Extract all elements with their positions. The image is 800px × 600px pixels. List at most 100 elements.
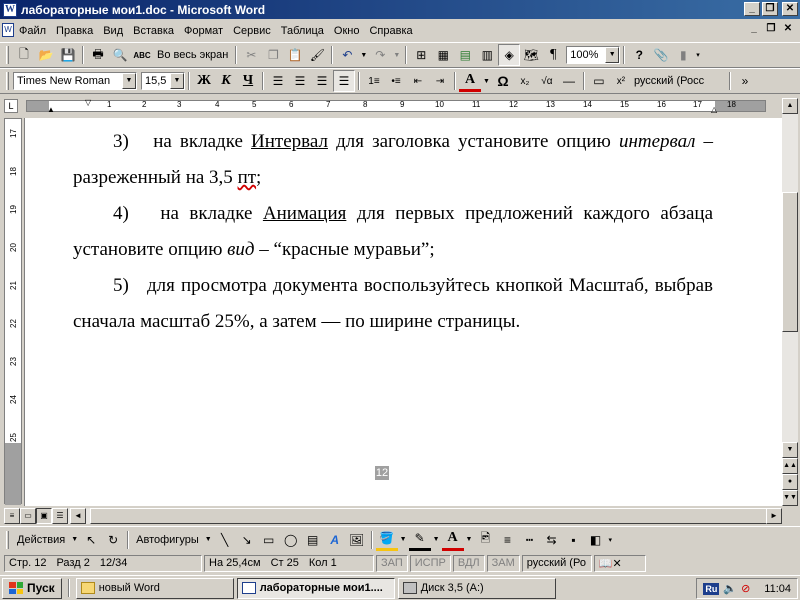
select-browse-object-icon[interactable]: ● [782, 474, 798, 490]
start-button[interactable]: Пуск [2, 577, 62, 599]
more-drawing-buttons-icon[interactable]: ▾ [608, 536, 612, 544]
next-page-icon[interactable]: ▼▼ [782, 490, 798, 506]
decrease-indent-icon[interactable]: ⇤ [407, 70, 429, 92]
page-view-icon[interactable]: ▣ [36, 508, 52, 524]
more-buttons-icon[interactable]: ▾ [696, 51, 700, 59]
paste-icon[interactable]: 📋 [284, 44, 306, 66]
dash-style-icon[interactable]: ┅ [518, 529, 540, 551]
save-icon[interactable]: 💾 [57, 44, 79, 66]
fill-color-icon[interactable]: 🪣 [375, 529, 398, 551]
normal-view-icon[interactable]: ≡ [4, 508, 20, 524]
menu-tools[interactable]: Сервис [228, 25, 276, 37]
subscript-icon[interactable]: x₂ [514, 70, 536, 92]
align-center-icon[interactable]: ☰ [289, 70, 311, 92]
font-color-dropdown-icon[interactable]: ▼ [483, 78, 490, 85]
symbol-omega-button[interactable]: Ω [492, 70, 514, 92]
drawing-icon[interactable]: ◈ [498, 44, 521, 66]
line-color-icon[interactable]: ✎ [408, 529, 431, 551]
status-rec[interactable]: ЗАП [376, 554, 408, 572]
more-format-buttons-icon[interactable]: » [734, 70, 756, 92]
horizontal-ruler[interactable]: L 1 2 3 4 5 6 7 8 9 10 11 12 13 14 15 16… [0, 96, 800, 116]
increase-indent-icon[interactable]: ⇥ [429, 70, 451, 92]
clock[interactable]: 11:04 [764, 583, 791, 595]
insert-table-icon[interactable]: ▦ [432, 44, 454, 66]
columns-icon[interactable]: ▥ [476, 44, 498, 66]
arrow-style-icon[interactable]: ⇆ [540, 529, 562, 551]
office-assistant-icon[interactable]: 📎 [650, 44, 672, 66]
format-painter-icon[interactable]: 🖌 [306, 44, 328, 66]
bullets-icon[interactable]: •≡ [385, 70, 407, 92]
scroll-down-icon[interactable]: ▼ [782, 442, 798, 458]
line-style-icon[interactable]: ≡ [496, 529, 518, 551]
language-indicator[interactable]: Ru [703, 582, 720, 595]
arrow-icon[interactable]: ↘ [236, 529, 258, 551]
horizontal-scrollbar[interactable]: ≡ ▭ ▣ ☰ ◄ ► [4, 508, 782, 524]
maximize-button[interactable]: ❐ [762, 2, 778, 16]
vertical-ruler[interactable]: 17 18 19 20 21 22 23 24 25 26 [4, 118, 22, 505]
menu-table[interactable]: Таблица [276, 25, 329, 37]
spelling-status-icon[interactable]: 📖✕ [593, 554, 646, 572]
free-rotate-icon[interactable]: ↻ [102, 529, 124, 551]
drawing-font-color-dropdown-icon[interactable]: ▼ [466, 536, 473, 543]
status-ext[interactable]: ВДЛ [452, 554, 485, 572]
scroll-up-icon[interactable]: ▲ [782, 98, 798, 114]
print-icon[interactable]: 🖶 [87, 44, 109, 66]
horizontal-line-icon[interactable]: — [558, 70, 580, 92]
menu-help[interactable]: Справка [364, 25, 417, 37]
scroll-right-icon[interactable]: ► [766, 508, 782, 524]
left-indent-marker-icon[interactable]: ▲ [47, 105, 55, 114]
font-size-combo[interactable]: 15,5 ▼ [141, 72, 185, 90]
horizontal-scroll-thumb[interactable] [90, 508, 768, 524]
task-new-word[interactable]: новый Word [75, 577, 234, 599]
doc-minimize-button[interactable]: _ [746, 23, 762, 37]
right-indent-marker-icon[interactable]: △ [711, 105, 717, 114]
document-icon[interactable]: W [2, 23, 14, 37]
picture-icon[interactable]: 🖻 [474, 529, 496, 551]
help-icon[interactable]: ? [628, 44, 650, 66]
close-button[interactable]: ✕ [782, 2, 798, 16]
document-map-icon[interactable]: 🗺 [520, 44, 542, 66]
minimize-button[interactable]: _ [744, 2, 760, 16]
clip-art-icon[interactable]: 🖼 [346, 529, 368, 551]
spelling-icon[interactable]: ABC [131, 44, 153, 66]
title-bar[interactable]: W лабораторные мои1.doc - Microsoft Word… [0, 0, 800, 19]
fill-color-dropdown-icon[interactable]: ▼ [400, 536, 407, 543]
line-color-dropdown-icon[interactable]: ▼ [433, 536, 440, 543]
status-language[interactable]: русский (Ро [521, 554, 592, 572]
superscript-icon[interactable]: x² [610, 70, 632, 92]
actions-menu[interactable]: Действия [13, 534, 69, 546]
menu-view[interactable]: Вид [98, 25, 128, 37]
first-line-indent-marker-icon[interactable]: ▽ [85, 98, 91, 107]
task-floppy-drive[interactable]: Диск 3,5 (A:) [397, 577, 556, 599]
doc-restore-button[interactable]: ❐ [763, 23, 779, 37]
chevron-down-icon[interactable]: ▼ [122, 73, 136, 89]
align-left-icon[interactable]: ☰ [267, 70, 289, 92]
previous-page-icon[interactable]: ▲▲ [782, 458, 798, 474]
wordart-icon[interactable]: A [324, 529, 346, 551]
doc-close-button[interactable]: ✕ [780, 23, 796, 37]
redo-icon[interactable]: ↷ [369, 44, 391, 66]
menu-insert[interactable]: Вставка [128, 25, 179, 37]
open-folder-icon[interactable]: 📂 [35, 44, 57, 66]
language-field[interactable]: русский (Росс [633, 72, 726, 90]
align-right-icon[interactable]: ☰ [311, 70, 333, 92]
vertical-scrollbar[interactable]: ▲ ▼ ▲▲ ● ▼▼ [782, 98, 798, 506]
antivirus-icon[interactable]: ⊘ [741, 582, 750, 595]
menu-format[interactable]: Формат [179, 25, 228, 37]
copy-icon[interactable]: ❐ [262, 44, 284, 66]
vertical-scroll-thumb[interactable] [782, 192, 798, 332]
task-word-document[interactable]: лабораторные мои1.... [236, 577, 395, 599]
scroll-left-icon[interactable]: ◄ [70, 508, 86, 524]
outline-view-icon[interactable]: ☰ [52, 508, 68, 524]
oval-icon[interactable]: ◯ [280, 529, 302, 551]
underline-button[interactable]: Ч [237, 70, 259, 92]
volume-icon[interactable]: 🔈 [723, 582, 737, 595]
zoom-combo[interactable]: 100% ▼ [566, 46, 621, 64]
italic-button[interactable]: К [215, 70, 237, 92]
chevron-down-icon[interactable]: ▼ [605, 47, 620, 63]
autoshapes-menu[interactable]: Автофигуры [132, 534, 203, 546]
justify-icon[interactable]: ☰ [333, 70, 355, 92]
tab-selector-icon[interactable]: L [4, 99, 18, 113]
menu-file[interactable]: Файл [14, 25, 51, 37]
numbering-icon[interactable]: 1≡ [363, 70, 385, 92]
